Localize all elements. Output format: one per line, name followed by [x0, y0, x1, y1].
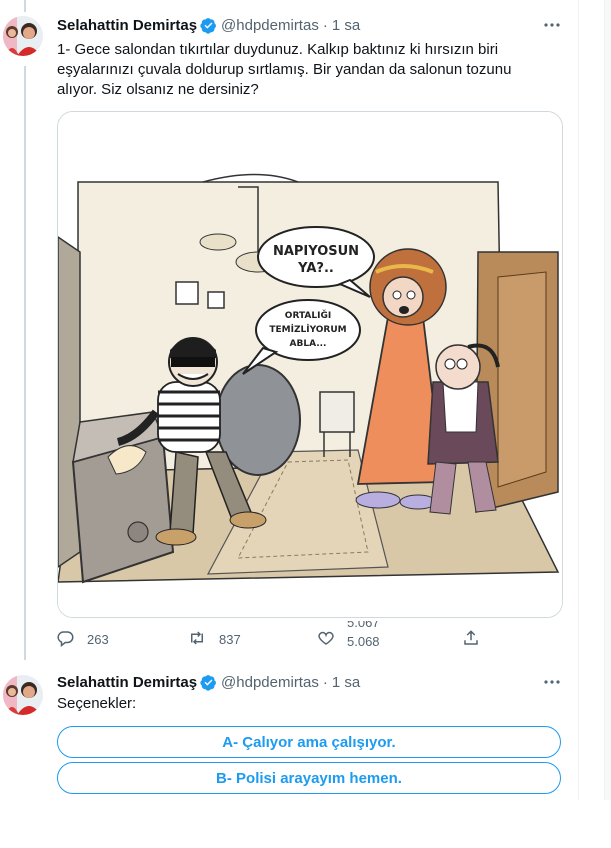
share-button[interactable]: [462, 627, 480, 651]
like-count: 5.067 5.068: [347, 621, 380, 650]
speech-bubble-text: ABLA...: [290, 339, 327, 349]
tweet-header: Selahattin Demirtaş @hdpdemirtas · 1 sa: [57, 15, 360, 35]
speech-bubble-text: TEMİZLİYORUM: [269, 324, 346, 335]
share-icon: [462, 629, 480, 650]
speech-bubble-text: ORTALIĞI: [285, 309, 331, 321]
poll-option-a[interactable]: A- Çalıyor ama çalışıyor.: [57, 726, 561, 758]
cartoon-illustration: NAPIYOSUN YA?.. ORTALIĞI TEMİZLİYORUM AB…: [58, 112, 562, 617]
heart-icon: [317, 629, 335, 650]
tweet[interactable]: Selahattin Demirtaş @hdpdemirtas · 1 sa …: [0, 0, 578, 671]
like-count-current: 5.068: [347, 634, 380, 649]
sidebar-edge: [604, 0, 611, 800]
reply-button[interactable]: 263: [57, 627, 109, 651]
tweet-image[interactable]: NAPIYOSUN YA?.. ORTALIĞI TEMİZLİYORUM AB…: [57, 111, 563, 618]
speech-bubble-text: YA?..: [297, 261, 334, 276]
reply-count: 263: [87, 631, 109, 647]
author-handle[interactable]: @hdpdemirtas: [221, 17, 319, 34]
avatar[interactable]: [3, 675, 43, 715]
column-divider: [578, 0, 579, 800]
timeline: Selahattin Demirtaş @hdpdemirtas · 1 sa …: [0, 0, 578, 800]
separator-dot: ·: [322, 673, 328, 691]
tweet-actions: 263 837 5.067 5.068: [57, 621, 497, 651]
reply-icon: [57, 629, 75, 650]
tweet-text: Seçenekler:: [57, 695, 137, 712]
more-icon[interactable]: [542, 15, 562, 35]
like-button[interactable]: [317, 627, 335, 651]
tweet-header: Selahattin Demirtaş @hdpdemirtas · 1 sa: [57, 672, 360, 692]
retweet-button[interactable]: 837: [187, 627, 241, 651]
thread-connector: [24, 66, 26, 671]
like-count-previous: 5.067: [347, 621, 380, 630]
retweet-icon: [187, 629, 207, 650]
more-icon[interactable]: [542, 672, 562, 692]
author-handle[interactable]: @hdpdemirtas: [221, 674, 319, 691]
retweet-count: 837: [219, 631, 241, 647]
verified-badge-icon: [200, 674, 217, 691]
separator-dot: ·: [322, 16, 328, 34]
tweet-text: 1- Gece salondan tıkırtılar duydunuz. Ka…: [57, 41, 512, 98]
tweet[interactable]: Selahattin Demirtaş @hdpdemirtas · 1 sa …: [0, 660, 578, 800]
author-name[interactable]: Selahattin Demirtaş: [57, 674, 197, 691]
verified-badge-icon: [200, 17, 217, 34]
avatar[interactable]: [3, 16, 43, 56]
thread-connector: [24, 0, 26, 12]
timestamp[interactable]: 1 sa: [332, 674, 360, 691]
speech-bubble-text: NAPIYOSUN: [273, 244, 359, 259]
poll-option-b[interactable]: B- Polisi arayayım hemen.: [57, 762, 561, 794]
timestamp[interactable]: 1 sa: [332, 17, 360, 34]
author-name[interactable]: Selahattin Demirtaş: [57, 17, 197, 34]
